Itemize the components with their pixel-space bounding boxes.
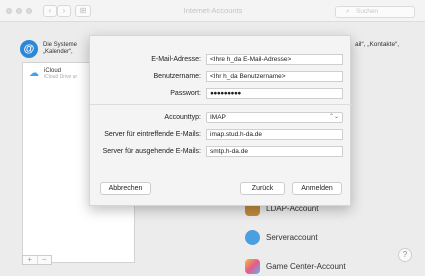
outgoing-server-label: Server für ausgehende E-Mails: [102, 148, 201, 155]
internet-accounts-header: @ Die Systeme „Kalender“, [20, 38, 77, 60]
header-line-2: „Kalender“, [43, 49, 73, 55]
header-description-right: ail“, „Kontakte“, [355, 41, 400, 48]
incoming-server-label: Server für eintreffende E-Mails: [104, 131, 201, 138]
username-row: Benutzername: [90, 71, 201, 82]
add-account-button[interactable]: + [23, 256, 38, 264]
back-nav-button[interactable]: ‹ [43, 5, 57, 17]
close-button[interactable] [6, 8, 12, 14]
help-button[interactable]: ? [398, 248, 412, 262]
window-title: Internet-Accounts [183, 6, 243, 15]
form-divider [90, 104, 352, 105]
email-label: E-Mail-Adresse: [151, 56, 201, 63]
search-placeholder: Suchen [356, 8, 379, 15]
search-icon: ⌕ [346, 8, 350, 15]
outgoing-row: Server für ausgehende E-Mails: [90, 146, 201, 157]
forward-nav-button[interactable]: › [57, 5, 71, 17]
header-line-1: Die Systeme [43, 41, 78, 48]
list-item-game-center[interactable]: Game Center-Account [245, 259, 346, 274]
game-center-icon [245, 259, 260, 274]
password-field[interactable]: ●●●●●●●●● [206, 88, 343, 99]
account-type-label: Accounttyp: [164, 114, 201, 121]
titlebar: ‹ › ⊞ Internet-Accounts ⌕ Suchen [0, 0, 425, 22]
sign-in-button[interactable]: Anmelden [292, 182, 342, 195]
account-type-value: IMAP [210, 114, 226, 121]
list-item-label: Game Center-Account [266, 262, 346, 271]
account-type-row: Accounttyp: [90, 112, 201, 123]
list-item-server[interactable]: Serveraccount [245, 230, 318, 245]
list-item-label: Serveraccount [266, 233, 318, 242]
server-account-icon [245, 230, 260, 245]
show-all-grid-button[interactable]: ⊞ [75, 5, 91, 17]
incoming-row: Server für eintreffende E-Mails: [90, 129, 201, 140]
username-field[interactable]: <Ihr h_da Benutzername> [206, 71, 343, 82]
username-label: Benutzername: [153, 73, 201, 80]
search-input[interactable]: ⌕ Suchen [335, 6, 415, 18]
account-type-select[interactable]: IMAP ⌃⌄ [206, 112, 343, 123]
outgoing-server-field[interactable]: smtp.h-da.de [206, 146, 343, 157]
back-button[interactable]: Zurück [240, 182, 285, 195]
add-mail-account-sheet: E-Mail-Adresse: <Ihre h_da E-Mail-Adress… [89, 35, 352, 206]
traffic-lights [6, 8, 32, 14]
cloud-icon: ☁ [29, 68, 39, 79]
email-row: E-Mail-Adresse: [90, 54, 201, 65]
sidebar-footer: + − [22, 255, 52, 265]
at-sign-icon: @ [20, 40, 38, 58]
remove-account-button[interactable]: − [38, 256, 52, 264]
zoom-button[interactable] [26, 8, 32, 14]
sidebar-item-sublabel: iCloud Drive ur [44, 74, 78, 80]
minimize-button[interactable] [16, 8, 22, 14]
password-label: Passwort: [170, 90, 201, 97]
system-preferences-window: ‹ › ⊞ Internet-Accounts ⌕ Suchen @ Die S… [0, 0, 425, 276]
password-row: Passwort: [90, 88, 201, 99]
email-field[interactable]: <Ihre h_da E-Mail-Adresse> [206, 54, 343, 65]
select-chevron-icon: ⌃⌄ [328, 114, 339, 120]
header-description: Die Systeme „Kalender“, [43, 42, 77, 57]
cancel-button[interactable]: Abbrechen [100, 182, 151, 195]
incoming-server-field[interactable]: imap.stud.h-da.de [206, 129, 343, 140]
